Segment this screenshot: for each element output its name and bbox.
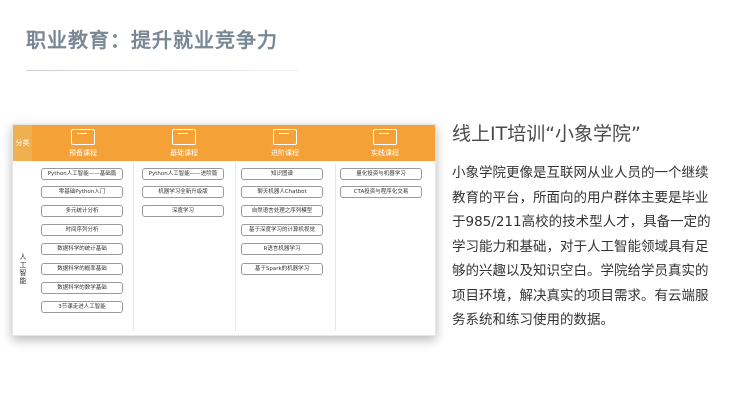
column-label-basic: 基础课程 <box>170 148 198 157</box>
course-item[interactable]: 自然语言处理之序列模型 <box>241 205 323 217</box>
course-item[interactable]: 多元统计分析 <box>41 205 123 217</box>
page-title: 职业教育：提升就业竞争力 <box>26 28 278 52</box>
row-category-label: 人工智能 <box>19 253 27 285</box>
column-divider <box>133 163 134 331</box>
monitor-icon <box>71 128 95 145</box>
course-item[interactable]: 基于深度学习的计算机视觉 <box>241 224 323 236</box>
column-header-basic: 基础课程 <box>133 125 235 161</box>
course-item[interactable]: Python人工智能——基础篇 <box>41 168 123 180</box>
course-item[interactable]: CTA投资与程序化交易 <box>340 186 422 198</box>
course-item[interactable]: 基于Spark的机器学习 <box>241 263 323 275</box>
course-item[interactable]: 深度学习 <box>142 205 224 217</box>
course-item[interactable]: 数据科学的统计基础 <box>41 243 123 255</box>
monitor-chart-icon <box>273 128 297 145</box>
course-item[interactable]: 3节课走进人工智能 <box>41 301 123 313</box>
course-item[interactable]: R语言机器学习 <box>241 243 323 255</box>
course-item[interactable]: 时间序列分析 <box>41 224 123 236</box>
monitor-user-icon <box>172 128 196 145</box>
course-item[interactable]: 数据科学的概率基础 <box>41 263 123 275</box>
column-divider <box>335 163 336 331</box>
column-label-prep: 预备课程 <box>69 148 97 157</box>
column-header-advanced: 进阶课程 <box>235 125 335 161</box>
course-item[interactable]: Python人工智能——进阶篇 <box>142 168 224 180</box>
column-divider <box>235 163 236 331</box>
curriculum-screenshot: 分类 预备课程 基础课程 进阶课程 实践课程 人工智能 Python人工智能——… <box>12 124 436 336</box>
section-body: 小象学院更像是互联网从业人员的一个继续教育的平台，所面向的用户群体主要是毕业于9… <box>452 165 711 328</box>
course-item[interactable]: 机器学习全新升级版 <box>142 186 224 198</box>
course-item[interactable]: 零基础Python入门 <box>41 186 123 198</box>
course-item[interactable]: 聊天机器人Chatbot <box>241 186 323 198</box>
course-item[interactable]: 量化投资与机器学习 <box>340 168 422 180</box>
monitor-code-icon <box>373 128 397 145</box>
column-label-practice: 实践课程 <box>371 148 399 157</box>
course-item[interactable]: 知识图谱 <box>241 168 323 180</box>
column-label-advanced: 进阶课程 <box>271 148 299 157</box>
title-divider <box>26 70 298 71</box>
category-header: 分类 <box>13 125 32 161</box>
column-header-prep: 预备课程 <box>33 125 133 161</box>
column-header-practice: 实践课程 <box>335 125 435 161</box>
course-item[interactable]: 数据科学的数学基础 <box>41 282 123 294</box>
section-title: 线上IT培训“小象学院” <box>452 123 641 145</box>
